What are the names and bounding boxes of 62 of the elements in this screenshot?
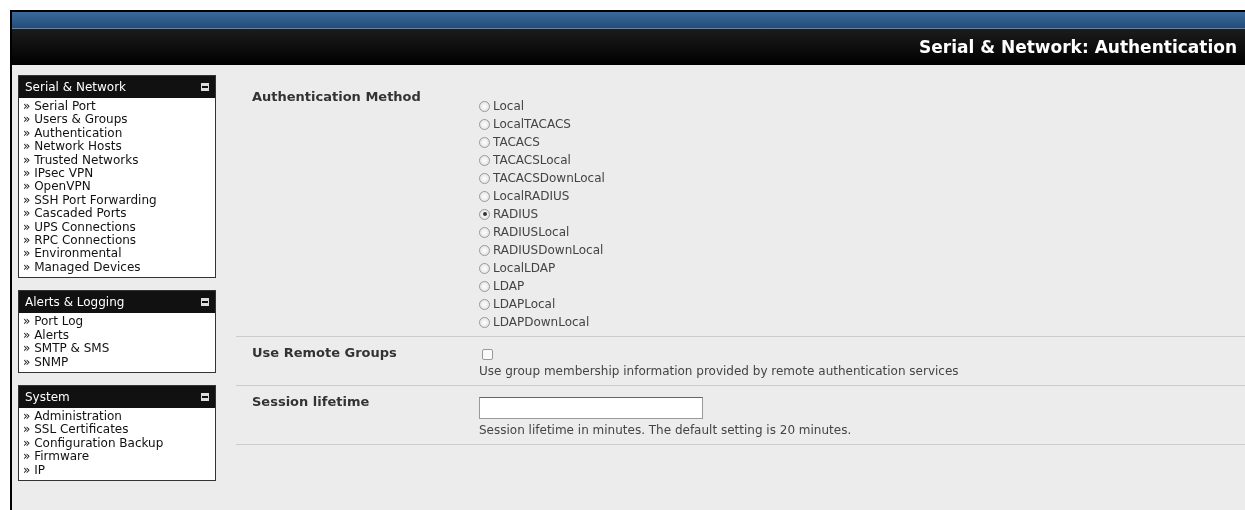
radio-button[interactable]: [479, 262, 490, 274]
radio-button[interactable]: [479, 280, 490, 292]
option-label: TACACS: [493, 135, 540, 149]
menu-link[interactable]: » SSH Port Forwarding: [23, 193, 211, 208]
menu-link[interactable]: » IP: [23, 463, 211, 477]
collapse-icon[interactable]: [201, 392, 209, 401]
option-label: Local: [493, 99, 525, 113]
menu-link[interactable]: » SSL Certificates: [23, 423, 211, 437]
radio-button[interactable]: [479, 208, 490, 220]
radio-button[interactable]: [479, 100, 490, 112]
option-label: LDAP: [493, 279, 525, 293]
radio-button[interactable]: [479, 190, 490, 202]
menu-link[interactable]: » Firmware: [23, 450, 211, 464]
menu-link[interactable]: » Environmental: [23, 247, 211, 261]
radio-button[interactable]: [479, 226, 490, 238]
radio-button[interactable]: [479, 298, 490, 310]
help-text: Use group membership information provided by remote authentication services: [479, 364, 959, 378]
menu-link[interactable]: » Alerts: [23, 328, 211, 343]
help-text: Session lifetime in minutes. The default setting is 20 minutes.: [479, 423, 852, 437]
checkbox[interactable]: [482, 349, 493, 360]
option-label: TACACSLocal: [493, 153, 571, 167]
collapse-icon[interactable]: [201, 83, 209, 91]
option-label: RADIUS: [493, 207, 539, 221]
input-field[interactable]: [479, 397, 703, 419]
menu-link[interactable]: » OpenVPN: [23, 180, 211, 194]
option-label: TACACSDownLocal: [493, 171, 605, 185]
radio-button[interactable]: [479, 118, 490, 130]
setting-label: Use Remote Groups: [251, 345, 398, 362]
menu-link[interactable]: » Cascaded Ports: [23, 207, 211, 221]
option-label: RADIUSLocal: [493, 225, 570, 239]
menu-link[interactable]: » RPC Connections: [23, 234, 211, 248]
menu-link[interactable]: » SMTP & SMS: [23, 342, 211, 356]
menu-link[interactable]: » Trusted Networks: [23, 153, 211, 168]
menu-link[interactable]: » Users & Groups: [23, 113, 211, 127]
radio-button[interactable]: [479, 172, 490, 184]
menu-link[interactable]: » SNMP: [23, 355, 211, 369]
option-label: LDAPLocal: [493, 297, 556, 311]
collapse-icon[interactable]: [201, 298, 209, 307]
radio-button[interactable]: [479, 136, 490, 148]
panel-title: System: [25, 389, 70, 404]
menu-link[interactable]: » UPS Connections: [23, 220, 211, 235]
menu-link[interactable]: » Serial Port: [23, 100, 211, 114]
menu-link[interactable]: » Network Hosts: [23, 140, 211, 154]
option-label: LocalRADIUS: [493, 189, 570, 203]
radio-button[interactable]: [479, 316, 490, 328]
menu-link[interactable]: » Authentication: [23, 126, 211, 141]
menu-link[interactable]: » Configuration Backup: [23, 436, 211, 451]
menu-link[interactable]: » Port Log: [23, 315, 211, 329]
menu-link[interactable]: » Administration: [23, 409, 211, 424]
option-label: RADIUSDownLocal: [493, 243, 604, 257]
menu-link[interactable]: » Managed Devices: [23, 260, 211, 275]
panel-title: Alerts & Logging: [25, 295, 125, 310]
option-label: LocalLDAP: [493, 261, 556, 275]
page-title: Serial & Network: Authentication: [919, 37, 1237, 57]
radio-button[interactable]: [479, 244, 490, 256]
radio-button[interactable]: [479, 154, 490, 166]
setting-label: Authentication Method: [251, 89, 422, 106]
option-label: LocalTACACS: [493, 117, 571, 131]
option-label: LDAPDownLocal: [493, 315, 590, 329]
panel-title: Serial & Network: [25, 80, 127, 94]
menu-link[interactable]: » IPsec VPN: [23, 167, 211, 181]
setting-label: Session lifetime: [251, 394, 371, 411]
